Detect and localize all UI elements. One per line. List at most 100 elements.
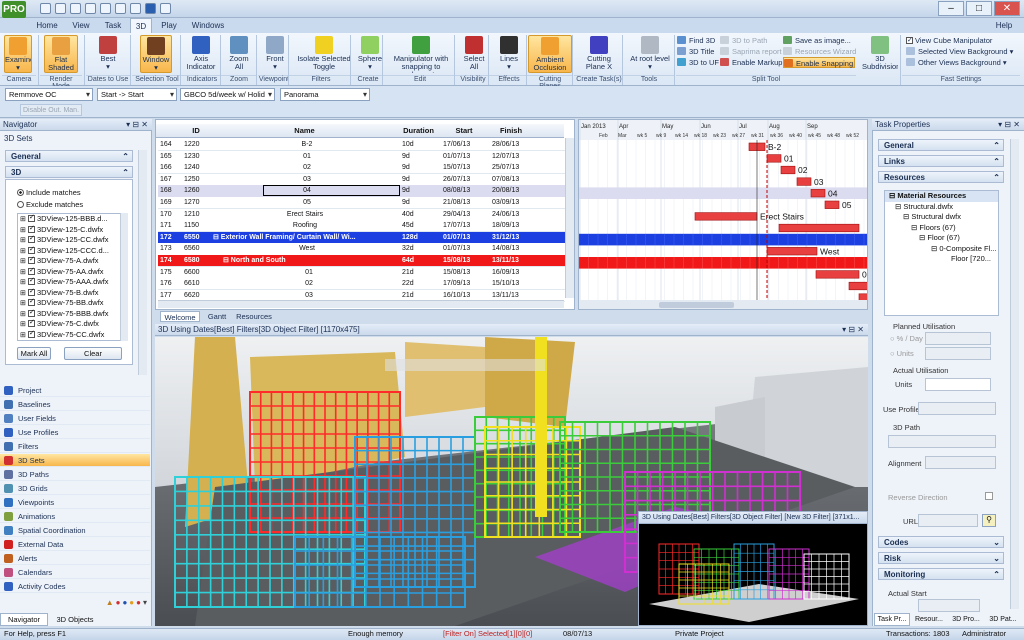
examine-button[interactable]: Examine ▾ <box>4 35 32 73</box>
gantt-bar[interactable] <box>694 212 758 221</box>
other-views-background-button[interactable]: Other Views Background ▾ <box>906 57 1018 68</box>
gantt-bar-label[interactable]: B-2 <box>768 142 782 152</box>
nav-item-alerts[interactable]: Alerts <box>0 552 150 565</box>
checkbox[interactable] <box>27 214 35 224</box>
nav-item-calendars[interactable]: Calendars <box>0 566 150 579</box>
redo-icon[interactable] <box>100 3 111 14</box>
navigator-scrollbar[interactable] <box>138 150 147 375</box>
tab-3d[interactable]: 3D <box>130 18 152 33</box>
tab-navigator[interactable]: Navigator <box>0 613 48 626</box>
minimize-button[interactable]: – <box>938 1 964 16</box>
checkbox[interactable] <box>27 287 35 297</box>
nav-item-external-data[interactable]: External Data <box>0 538 150 551</box>
tab-task-properties[interactable]: Task Pr... <box>874 613 910 626</box>
pin-icon[interactable]: ▾ ⊟ ✕ <box>126 119 148 131</box>
tree-node[interactable]: ⊟ Structural.dwfx <box>885 202 998 213</box>
table-row[interactable]: 172 6550 ⊟ Exterior Wall Framing/ Curtain … <box>158 231 565 244</box>
expand-icon[interactable]: ⊞ <box>20 279 26 286</box>
col-header-id[interactable]: ID <box>180 124 212 138</box>
section-monitoring[interactable]: Monitoring ⌃ <box>878 568 1004 580</box>
ambient-button[interactable]: Ambient Occlusion▾ <box>528 35 572 73</box>
nav-item-spatial-coordination[interactable]: Spatial Coordination <box>0 524 150 537</box>
table-row[interactable]: 164 1220 B-2 10d 17/06/13 28/06/13 <box>158 139 565 152</box>
expand-icon[interactable]: ⊞ <box>20 237 26 244</box>
expand-icon[interactable]: ⊞ <box>20 332 26 339</box>
cutting-plane-button[interactable]: Cutting Plane X▾ <box>580 35 618 73</box>
file-item[interactable]: ⊞ 3DView-75-CC.dwfx <box>18 329 126 341</box>
zoom-button[interactable]: Zoom All▾ <box>226 35 252 73</box>
more-icon[interactable]: ▾ <box>143 598 149 607</box>
axis-button[interactable]: Axis Indicator▾ <box>184 35 218 73</box>
help-link[interactable]: Help <box>990 18 1018 33</box>
filter-combo[interactable]: Remmove OC <box>5 88 93 101</box>
nav-item-user-fields[interactable]: User Fields <box>0 412 150 425</box>
table-row[interactable]: 167 1250 03 9d 26/07/13 07/08/13 <box>158 173 565 186</box>
checkbox[interactable] <box>27 297 35 308</box>
tree-root[interactable]: ⊟ Material Resources <box>885 191 998 202</box>
nav-item-baselines[interactable]: Baselines <box>0 398 150 411</box>
save-icon[interactable] <box>55 3 66 14</box>
window-button[interactable]: Window ▾ <box>140 35 172 73</box>
inset-3d-view[interactable]: 3D Using Dates[Best] Filters[3D Object F… <box>638 511 868 626</box>
col-header-name[interactable]: Name <box>212 124 397 138</box>
tab-play[interactable]: Play <box>156 18 182 33</box>
table-row[interactable]: 170 1210 Erect Stairs 40d 29/04/13 24/06/13 <box>158 208 565 221</box>
checkbox[interactable] <box>27 245 35 255</box>
exclude-matches-radio[interactable]: Exclude matches <box>17 200 83 209</box>
checkbox[interactable] <box>27 308 35 318</box>
info-icon[interactable] <box>145 3 156 14</box>
use-profile-select[interactable] <box>918 402 996 415</box>
nav-item-filters[interactable]: Filters <box>0 440 150 453</box>
enable-markup-button[interactable]: Enable Markup <box>720 57 785 68</box>
gantt-bar-label[interactable]: 04 <box>828 188 838 198</box>
undo-icon[interactable] <box>85 3 96 14</box>
section-risk[interactable]: Risk ⌄ <box>878 552 1004 564</box>
file-list-scrollbar[interactable] <box>120 213 128 341</box>
best-button[interactable]: Best ▾ <box>90 35 126 73</box>
gantt-bar-label[interactable]: 0 <box>862 270 867 280</box>
tab-gantt[interactable]: Gantt <box>202 311 232 322</box>
manipulator-button[interactable]: Manipulator with snapping to element▾ <box>388 35 454 73</box>
checkbox[interactable] <box>27 255 35 266</box>
gantt-bar-label[interactable]: West <box>820 246 840 256</box>
nav-item-use-profiles[interactable]: Use Profiles <box>0 426 150 439</box>
lock-icon[interactable]: ▲ <box>106 598 116 607</box>
checkbox[interactable] <box>27 276 35 287</box>
table-row[interactable]: 165 1230 01 9d 01/07/13 12/07/13 <box>158 150 565 163</box>
tab-home[interactable]: Home <box>34 18 60 33</box>
grid-scrollbar[interactable] <box>565 138 574 298</box>
tree-node[interactable]: ⊟ Floor (67) <box>885 233 998 244</box>
tab-3d-properties[interactable]: 3D Pro... <box>948 613 984 626</box>
saprima-report-button[interactable]: Saprima report <box>720 46 785 57</box>
nav-item-viewpoints[interactable]: Viewpoints <box>0 496 150 509</box>
disable-out-man-button[interactable]: Disable Out. Man. <box>20 104 82 116</box>
save-as-image-button[interactable]: Save as image... <box>783 35 855 46</box>
url-browse-icon[interactable]: ⚲ <box>982 514 996 527</box>
gantt-bar-label[interactable]: 05 <box>842 200 852 210</box>
root-level-button[interactable]: At root level ▾ <box>630 35 670 73</box>
expand-icon[interactable]: ⊞ <box>20 321 26 328</box>
actual-units-input[interactable] <box>925 378 991 391</box>
tab-3d-paths[interactable]: 3D Pat... <box>985 613 1021 626</box>
close-button[interactable]: ✕ <box>994 1 1020 16</box>
tab-windows[interactable]: Windows <box>188 18 228 33</box>
properties-scrollbar[interactable] <box>1010 139 1019 609</box>
section-3d[interactable]: 3D ⌃ <box>5 166 133 178</box>
dates-combo[interactable]: Start -> Start <box>97 88 177 101</box>
3d-path-select[interactable] <box>888 435 996 448</box>
table-row[interactable]: 168 1260 04 9d 08/08/13 20/08/13 <box>158 185 565 198</box>
section-codes[interactable]: Codes ⌄ <box>878 536 1004 548</box>
section-links[interactable]: Links ⌃ <box>878 155 1004 167</box>
tab-welcome[interactable]: Welcome <box>160 311 200 322</box>
pin-icon[interactable]: ▾ ⊟ ✕ <box>998 119 1020 131</box>
expand-icon[interactable]: ⊞ <box>20 227 26 234</box>
tree-leaf[interactable]: Floor [720... <box>885 254 998 265</box>
gantt-bar[interactable] <box>796 177 812 186</box>
mark-all-button[interactable]: Mark All <box>17 347 51 360</box>
tab-view[interactable]: View <box>66 18 96 33</box>
url-input[interactable] <box>918 514 978 527</box>
cell-editor-outline[interactable] <box>263 185 400 197</box>
table-row[interactable]: 171 1150 Roofing 45d 17/07/13 18/09/13 <box>158 220 565 233</box>
view-combo[interactable]: Panorama <box>280 88 370 101</box>
expand-icon[interactable]: ⊞ <box>20 248 26 255</box>
